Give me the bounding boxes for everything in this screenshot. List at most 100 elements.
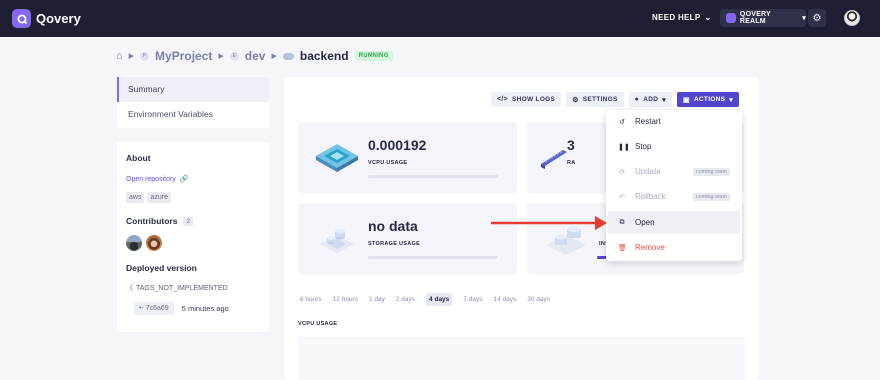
nav-item-summary[interactable]: Summary [117, 77, 269, 102]
home-icon[interactable]: ⌂ [116, 50, 123, 62]
restart-icon: ↺ [619, 118, 625, 126]
vcpu-chart-area [298, 337, 745, 380]
qovery-logo-icon [12, 9, 31, 28]
window-icon: ▣ [683, 96, 690, 104]
organization-selector[interactable]: QOVERY REALM ▾ [720, 9, 806, 27]
deployed-time: 5 minutes ago [181, 304, 229, 313]
contributors-title: Contributors [126, 216, 178, 226]
chevron-right-icon: ▶ [218, 53, 224, 60]
top-navbar: Qovery NEED HELP ⌄ QOVERY REALM ▾ ⚙ [0, 0, 880, 37]
menu-item-restart[interactable]: ↺ Restart [608, 110, 740, 133]
vcpu-label: VCPU USAGE [368, 160, 408, 166]
user-avatar[interactable] [844, 10, 860, 26]
about-title: About [126, 153, 151, 163]
time-range-option[interactable]: 2 days [396, 296, 415, 303]
ram-label: RA [567, 160, 576, 166]
gear-icon: ⚙ [812, 12, 822, 24]
time-range-option[interactable]: 7 days [463, 296, 482, 303]
breadcrumb-project[interactable]: MyProject [155, 49, 212, 63]
time-range-option[interactable]: 1 day [369, 296, 385, 303]
menu-item-open[interactable]: ⧉ Open [608, 211, 740, 234]
add-button[interactable]: ● ADD ▾ [628, 92, 673, 107]
qovery-logo[interactable]: Qovery [12, 9, 81, 28]
coming-soon-badge: coming soon [692, 167, 730, 176]
time-range-option[interactable]: 30 days [527, 296, 550, 303]
open-repository-label: Open repository [126, 175, 176, 183]
organization-icon [726, 13, 736, 23]
chevron-right-icon: ▶ [128, 53, 135, 60]
time-range-option[interactable]: 14 days [493, 296, 516, 303]
storage-value: no data [368, 218, 418, 234]
environment-badge: E [229, 51, 239, 61]
vcpu-value: 0.000192 [368, 137, 427, 153]
project-badge: P [140, 51, 150, 61]
settings-gear-button[interactable]: ⚙ [808, 9, 826, 27]
time-range-option-selected[interactable]: 4 days [426, 293, 453, 306]
vcpu-metric-card: 0.000192 VCPU USAGE [298, 122, 517, 193]
menu-item-rollback: ↶ Rollback coming soon [608, 185, 740, 208]
contributor-avatar[interactable] [146, 235, 162, 251]
menu-item-label: Remove [635, 243, 665, 252]
deployed-commit: •‐ 7c6a69 5 minutes ago [126, 302, 260, 315]
cpu-chip-icon [316, 144, 358, 172]
menu-item-label: Open [635, 218, 655, 227]
commit-hash[interactable]: •‐ 7c6a69 [134, 302, 174, 315]
rollback-icon: ↶ [619, 193, 625, 201]
settings-label: SETTINGS [582, 96, 618, 103]
application-icon [282, 52, 294, 60]
menu-item-label: Stop [635, 142, 652, 151]
deployed-tag-name: TAGS_NOT_IMPLEMENTED [136, 284, 228, 292]
external-link-icon: ⧉ [619, 218, 625, 226]
storage-icon [320, 228, 354, 253]
settings-button[interactable]: ⚙ SETTINGS [566, 92, 624, 107]
add-label: ADD [643, 96, 659, 103]
chevron-right-icon: ▶ [271, 53, 277, 60]
link-icon: 🔗 [179, 176, 189, 183]
organization-name: QOVERY REALM [739, 11, 771, 25]
time-range-selector: 6 hours 12 hours 1 day 2 days 4 days 7 d… [300, 293, 550, 306]
ram-value: 3 [567, 137, 575, 153]
menu-item-stop[interactable]: ❚❚ Stop [608, 135, 740, 158]
menu-item-label: Update [635, 167, 661, 176]
actions-dropdown-menu: ↺ Restart ❚❚ Stop ⟳ Update coming soon ↶… [606, 110, 742, 261]
show-logs-label: SHOW LOGS [512, 96, 556, 103]
breadcrumb: ⌂ ▶ P MyProject ▶ E dev ▶ backend RUNNIN… [116, 49, 393, 63]
storage-metric-card: no data STORAGE USAGE [298, 203, 517, 274]
caret-down-icon: ▾ [802, 15, 806, 22]
chart-title: VCPU USAGE [298, 321, 338, 327]
contributor-avatar[interactable] [126, 235, 142, 251]
ram-module-icon [541, 150, 567, 169]
menu-item-label: Restart [635, 117, 661, 126]
tag-icon: ⁢〈 [126, 285, 133, 292]
need-help-menu[interactable]: NEED HELP ⌄ [652, 13, 712, 22]
breadcrumb-environment[interactable]: dev [245, 49, 266, 63]
tag-list: aws azure [126, 192, 260, 203]
annotation-arrow-icon [491, 216, 607, 230]
need-help-label: NEED HELP [652, 13, 701, 22]
application-toolbar: </> SHOW LOGS ⚙ SETTINGS ● ADD ▾ ▣ ACTIO… [491, 92, 740, 107]
deployed-tag: ⁢〈 TAGS_NOT_IMPLEMENTED [126, 283, 260, 293]
nav-item-environment-variables[interactable]: Environment Variables [117, 102, 269, 127]
contributors-header: Contributors 2 [126, 216, 260, 226]
menu-item-remove[interactable]: 🗑 Remove [608, 236, 740, 259]
time-range-option[interactable]: 6 hours [300, 296, 322, 303]
breadcrumb-application[interactable]: backend [300, 49, 349, 63]
caret-down-icon: ▾ [729, 96, 734, 104]
brand-name: Qovery [36, 11, 81, 26]
tag: azure [147, 192, 171, 203]
commit-hash-value: 7c6a69 [145, 305, 169, 312]
code-icon: </> [497, 96, 509, 103]
plus-circle-icon: ● [634, 96, 640, 103]
chevron-down-icon: ⌄ [704, 13, 712, 22]
vcpu-usage-bar [368, 175, 498, 178]
actions-button[interactable]: ▣ ACTIONS ▾ [677, 92, 740, 107]
time-range-option[interactable]: 12 hours [333, 296, 358, 303]
show-logs-button[interactable]: </> SHOW LOGS [491, 92, 562, 107]
menu-item-update: ⟳ Update coming soon [608, 160, 740, 183]
menu-item-label: Rollback [635, 192, 666, 201]
storage-label: STORAGE USAGE [368, 241, 421, 247]
coming-soon-badge: coming soon [692, 192, 730, 201]
deployed-version-title: Deployed version [126, 263, 197, 273]
about-panel: About Open repository 🔗 aws azure Contri… [117, 142, 269, 332]
open-repository-link[interactable]: Open repository 🔗 [126, 175, 260, 184]
